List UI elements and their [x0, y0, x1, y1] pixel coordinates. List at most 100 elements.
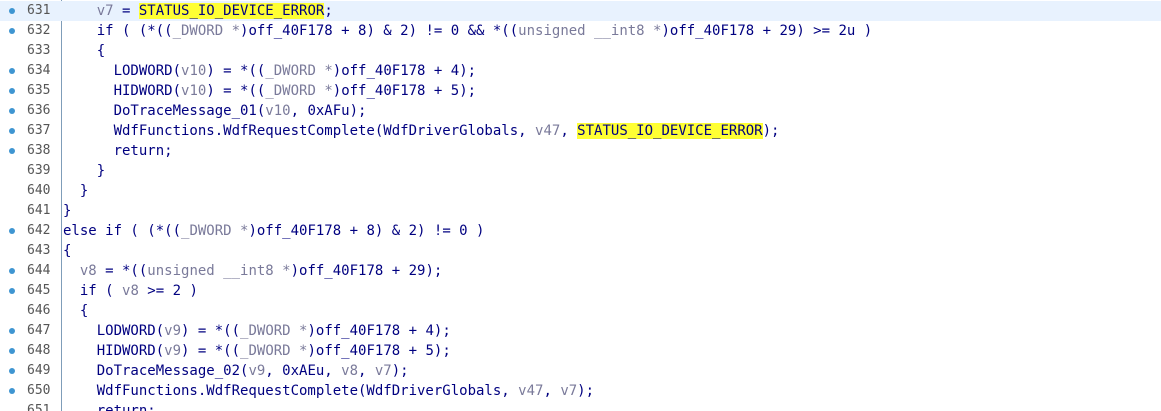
variable-token[interactable]: v9 — [164, 343, 181, 359]
variable-token[interactable]: v7 — [560, 383, 577, 399]
code-line[interactable]: 642 else if ( (*((_DWORD *)off_40F178 + 8… — [0, 221, 1161, 241]
code-text[interactable]: return; — [63, 141, 1161, 161]
code-line[interactable]: 636 DoTraceMessage_01(v10, 0xAFu); — [0, 101, 1161, 121]
code-text[interactable]: v7 = STATUS_IO_DEVICE_ERROR; — [63, 1, 1161, 21]
code-token[interactable]: DoTraceMessage_01( — [63, 103, 266, 119]
type-cast-token[interactable]: _DWORD * — [240, 343, 307, 359]
code-token[interactable]: , — [543, 383, 560, 399]
code-text[interactable]: WdfFunctions.WdfRequestComplete(WdfDrive… — [63, 381, 1161, 401]
code-line[interactable]: 644 v8 = *((unsigned __int8 *)off_40F178… — [0, 261, 1161, 281]
code-line[interactable]: 641} — [0, 201, 1161, 221]
breakpoint-dot-icon[interactable] — [9, 388, 15, 394]
code-token[interactable]: )off_40F178 + 29) >= 2u ) — [661, 23, 872, 39]
code-token[interactable]: , 0xAFu); — [291, 103, 367, 119]
code-line[interactable]: 640 } — [0, 181, 1161, 201]
breakpoint-dot-icon[interactable] — [9, 8, 15, 14]
variable-token[interactable]: v9 — [248, 363, 265, 379]
breakpoint-dot-icon[interactable] — [9, 148, 15, 154]
code-token[interactable]: } — [63, 163, 105, 179]
code-text[interactable]: HIDWORD(v10) = *((_DWORD *)off_40F178 + … — [63, 81, 1161, 101]
variable-token[interactable]: v47 — [518, 383, 543, 399]
code-text[interactable]: { — [63, 41, 1161, 61]
pseudocode-view[interactable]: 631 v7 = STATUS_IO_DEVICE_ERROR; 632 if (… — [0, 0, 1161, 411]
code-text[interactable]: } — [63, 201, 1161, 221]
code-token[interactable]: ; — [324, 3, 332, 19]
code-token[interactable]: ); — [392, 363, 409, 379]
code-text[interactable]: HIDWORD(v9) = *((_DWORD *)off_40F178 + 5… — [63, 341, 1161, 361]
code-line[interactable]: 631 v7 = STATUS_IO_DEVICE_ERROR; — [0, 1, 1161, 21]
code-token[interactable]: )off_40F178 + 8) & 2) != 0 ) — [248, 223, 484, 239]
code-token[interactable]: } — [63, 203, 71, 219]
breakpoint-dot-icon[interactable] — [9, 28, 15, 34]
variable-token[interactable]: v9 — [164, 323, 181, 339]
code-token[interactable]: , — [358, 363, 375, 379]
code-token[interactable]: DoTraceMessage_02( — [63, 363, 249, 379]
type-cast-token[interactable]: _DWORD * — [173, 23, 240, 39]
code-token[interactable]: , — [560, 123, 577, 139]
code-line[interactable]: 635 HIDWORD(v10) = *((_DWORD *)off_40F17… — [0, 81, 1161, 101]
variable-token[interactable]: v10 — [265, 103, 290, 119]
variable-token[interactable]: v47 — [535, 123, 560, 139]
code-line[interactable]: 650 WdfFunctions.WdfRequestComplete(WdfD… — [0, 381, 1161, 401]
code-line[interactable]: 643 { — [0, 241, 1161, 261]
code-token[interactable]: )off_40F178 + 5); — [333, 83, 476, 99]
code-token[interactable]: ) = *(( — [181, 323, 240, 339]
code-line[interactable]: 637 WdfFunctions.WdfRequestComplete(WdfD… — [0, 121, 1161, 141]
code-line[interactable]: 639 } — [0, 161, 1161, 181]
code-token[interactable]: )off_40F178 + 4); — [307, 323, 450, 339]
code-line[interactable]: 647 LODWORD(v9) = *((_DWORD *)off_40F178… — [0, 321, 1161, 341]
variable-token[interactable]: v8 — [80, 263, 97, 279]
type-cast-token[interactable]: _DWORD * — [240, 323, 307, 339]
code-token[interactable]: ) = *(( — [206, 83, 265, 99]
code-token[interactable]: )off_40F178 + 5); — [307, 343, 450, 359]
code-token[interactable]: { — [63, 303, 88, 319]
code-token[interactable]: ); — [577, 383, 594, 399]
code-token[interactable]: , 0xAEu, — [265, 363, 341, 379]
code-line[interactable]: 651 return; — [0, 401, 1161, 411]
type-cast-token[interactable]: unsigned __int8 * — [147, 263, 290, 279]
code-token[interactable]: WdfFunctions.WdfRequestComplete(WdfDrive… — [63, 123, 535, 139]
code-line[interactable]: 638 return; — [0, 141, 1161, 161]
code-text[interactable]: if ( (*((_DWORD *)off_40F178 + 8) & 2) !… — [63, 21, 1161, 41]
breakpoint-dot-icon[interactable] — [9, 288, 15, 294]
code-text[interactable]: v8 = *((unsigned __int8 *)off_40F178 + 2… — [63, 261, 1161, 281]
breakpoint-dot-icon[interactable] — [9, 228, 15, 234]
breakpoint-dot-icon[interactable] — [9, 128, 15, 134]
code-text[interactable]: DoTraceMessage_02(v9, 0xAEu, v8, v7); — [63, 361, 1161, 381]
code-token[interactable]: LODWORD( — [63, 323, 164, 339]
code-token[interactable]: if ( — [63, 283, 122, 299]
type-cast-token[interactable]: unsigned __int8 * — [518, 23, 661, 39]
highlighted-token[interactable]: STATUS_IO_DEVICE_ERROR — [138, 3, 325, 19]
code-token[interactable] — [63, 3, 97, 19]
variable-token[interactable]: v10 — [181, 83, 206, 99]
breakpoint-dot-icon[interactable] — [9, 68, 15, 74]
code-text[interactable]: { — [63, 241, 1161, 261]
code-text[interactable]: else if ( (*((_DWORD *)off_40F178 + 8) &… — [63, 221, 1161, 241]
breakpoint-dot-icon[interactable] — [9, 368, 15, 374]
variable-token[interactable]: v7 — [375, 363, 392, 379]
code-line[interactable]: 632 if ( (*((_DWORD *)off_40F178 + 8) & … — [0, 21, 1161, 41]
code-token[interactable]: HIDWORD( — [63, 343, 164, 359]
code-text[interactable]: } — [63, 161, 1161, 181]
code-token[interactable]: ) = *(( — [181, 343, 240, 359]
code-line[interactable]: 648 HIDWORD(v9) = *((_DWORD *)off_40F178… — [0, 341, 1161, 361]
variable-token[interactable]: v7 — [97, 3, 114, 19]
code-text[interactable]: } — [63, 181, 1161, 201]
code-token[interactable]: { — [63, 243, 71, 259]
code-token[interactable]: ) = *(( — [206, 63, 265, 79]
code-token[interactable]: )off_40F178 + 8) & 2) != 0 && *(( — [240, 23, 518, 39]
code-line[interactable]: 646 { — [0, 301, 1161, 321]
code-text[interactable]: WdfFunctions.WdfRequestComplete(WdfDrive… — [63, 121, 1161, 141]
code-token[interactable]: else if ( (*(( — [63, 223, 181, 239]
highlighted-token[interactable]: STATUS_IO_DEVICE_ERROR — [577, 123, 763, 139]
breakpoint-dot-icon[interactable] — [9, 348, 15, 354]
code-token[interactable]: HIDWORD( — [63, 83, 181, 99]
code-line[interactable]: 649 DoTraceMessage_02(v9, 0xAEu, v8, v7)… — [0, 361, 1161, 381]
type-cast-token[interactable]: _DWORD * — [265, 63, 332, 79]
code-token[interactable]: WdfFunctions.WdfRequestComplete(WdfDrive… — [63, 383, 518, 399]
breakpoint-dot-icon[interactable] — [9, 88, 15, 94]
code-token[interactable]: { — [63, 43, 105, 59]
code-token[interactable]: LODWORD( — [63, 63, 181, 79]
code-text[interactable]: { — [63, 301, 1161, 321]
code-token[interactable]: >= 2 ) — [139, 283, 198, 299]
